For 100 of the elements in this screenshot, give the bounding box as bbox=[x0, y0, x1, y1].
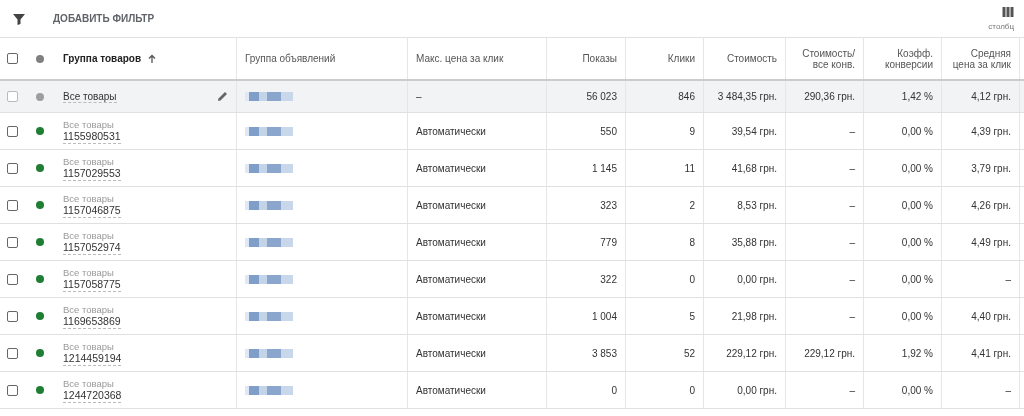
redacted-block bbox=[245, 237, 293, 247]
table-cell: 1,42 % bbox=[901, 91, 933, 102]
table-cell: 3 484,35 грн. bbox=[717, 91, 777, 102]
status-dot bbox=[36, 54, 44, 63]
table-cell: – bbox=[416, 91, 422, 102]
sort-arrow-icon[interactable] bbox=[147, 53, 158, 64]
table-cell: – bbox=[849, 125, 855, 137]
column-header[interactable]: Группа объявлений bbox=[245, 53, 336, 64]
redacted-block bbox=[245, 311, 293, 321]
filter-icon[interactable] bbox=[12, 11, 26, 26]
product-id-link[interactable]: 1157052974 bbox=[63, 240, 121, 253]
product-group-link[interactable]: Все товары bbox=[63, 90, 117, 103]
row-checkbox[interactable] bbox=[7, 236, 18, 248]
table-cell: – bbox=[849, 199, 855, 211]
product-group-label: Все товары bbox=[63, 229, 115, 241]
table-cell: 9 bbox=[689, 125, 695, 137]
product-group-label: Все товары bbox=[63, 303, 115, 315]
table-cell: 323 bbox=[600, 199, 617, 211]
table-cell: 39,54 грн. bbox=[731, 125, 777, 137]
table-cell: 8,53 грн. bbox=[737, 199, 777, 211]
table-cell: 3,79 грн. bbox=[971, 162, 1011, 174]
select-all-checkbox[interactable] bbox=[7, 53, 18, 64]
table-cell: 5 bbox=[689, 310, 695, 322]
product-id-link[interactable]: 1157058775 bbox=[63, 277, 121, 290]
pencil-icon[interactable] bbox=[217, 91, 228, 102]
table-cell: 0 bbox=[689, 384, 695, 396]
table-cell: Автоматически bbox=[416, 347, 486, 359]
row-checkbox[interactable] bbox=[7, 199, 18, 211]
product-group-label: Все товары bbox=[63, 118, 115, 130]
redacted-block bbox=[245, 385, 293, 395]
table-cell: Автоматически bbox=[416, 273, 486, 285]
product-id-link[interactable]: 1157029553 bbox=[63, 166, 121, 179]
row-checkbox[interactable] bbox=[7, 310, 18, 322]
table-cell: 846 bbox=[678, 91, 695, 102]
columns-button[interactable]: столбц bbox=[988, 6, 1014, 31]
redacted-block bbox=[245, 200, 293, 210]
table-cell: 4,40 грн. bbox=[971, 310, 1011, 322]
column-header[interactable]: Стоимость/все конв. bbox=[794, 47, 855, 70]
table-cell: 0,00 грн. bbox=[737, 273, 777, 285]
table-cell: – bbox=[1005, 273, 1011, 285]
row-checkbox[interactable] bbox=[7, 347, 18, 359]
add-filter-button[interactable]: ДОБАВИТЬ ФИЛЬТР bbox=[49, 9, 159, 28]
column-header[interactable]: Коэфф. конверсии bbox=[872, 47, 933, 70]
table-cell: 4,12 грн. bbox=[971, 91, 1011, 102]
table-cell: 0,00 % bbox=[901, 199, 933, 211]
table-cell: 0,00 % bbox=[901, 125, 933, 137]
table-cell: Автоматически bbox=[416, 125, 486, 137]
table-cell: 41,68 грн. bbox=[731, 162, 777, 174]
row-checkbox[interactable] bbox=[7, 91, 18, 102]
product-id-link[interactable]: 1155980531 bbox=[63, 129, 121, 142]
table-cell: 3 853 bbox=[591, 347, 617, 359]
columns-icon bbox=[1002, 6, 1014, 18]
product-id-link[interactable]: 1244720368 bbox=[63, 388, 122, 401]
product-group-label: Все товары bbox=[63, 266, 115, 278]
table-cell: 550 bbox=[600, 125, 617, 137]
table-cell: 8 bbox=[689, 236, 695, 248]
table-cell: 0,00 % bbox=[901, 273, 933, 285]
column-header[interactable]: Показы bbox=[582, 53, 617, 64]
redacted-block bbox=[245, 348, 293, 358]
table-cell: 52 bbox=[683, 347, 695, 359]
column-header[interactable]: Макс. цена за клик bbox=[416, 53, 504, 64]
product-group-label: Все товары bbox=[63, 155, 115, 167]
redacted-block bbox=[245, 126, 293, 136]
redacted-block bbox=[245, 163, 293, 173]
table-cell: 11 bbox=[684, 162, 695, 174]
table-cell: 56 023 bbox=[586, 91, 617, 102]
table-cell: Автоматически bbox=[416, 310, 486, 322]
table-cell: 4,41 грн. bbox=[971, 347, 1011, 359]
table-cell: Автоматически bbox=[416, 162, 486, 174]
table-cell: Автоматически bbox=[416, 199, 486, 211]
row-checkbox[interactable] bbox=[7, 384, 18, 396]
column-header[interactable]: Группа товаров bbox=[63, 53, 142, 64]
row-checkbox[interactable] bbox=[7, 125, 18, 137]
redacted-block bbox=[245, 274, 293, 284]
table-cell: 21,98 грн. bbox=[731, 310, 777, 322]
table-cell: – bbox=[849, 162, 855, 174]
table-cell: 779 bbox=[600, 236, 617, 248]
column-header[interactable]: Стоимость bbox=[726, 53, 777, 64]
product-id-link[interactable]: 1169653869 bbox=[63, 314, 121, 327]
product-group-label: Все товары bbox=[63, 340, 115, 352]
table-cell: 290,36 грн. bbox=[804, 91, 855, 102]
column-header[interactable]: Средняя цена за клик bbox=[950, 47, 1011, 70]
row-checkbox[interactable] bbox=[7, 162, 18, 174]
table-cell: 35,88 грн. bbox=[731, 236, 777, 248]
table-cell: Автоматически bbox=[416, 384, 486, 396]
table-cell: 0,00 % bbox=[901, 162, 933, 174]
table-cell: – bbox=[849, 384, 855, 396]
product-id-link[interactable]: 1214459194 bbox=[63, 351, 122, 364]
redacted-block bbox=[245, 92, 293, 101]
table-cell: 1 004 bbox=[591, 310, 617, 322]
table-cell: 4,49 грн. bbox=[971, 236, 1011, 248]
product-id-link[interactable]: 1157046875 bbox=[63, 203, 121, 216]
table-cell: 0,00 % bbox=[901, 310, 933, 322]
table-cell: 0,00 грн. bbox=[737, 384, 777, 396]
row-checkbox[interactable] bbox=[7, 273, 18, 285]
table-cell: 1,92 % bbox=[901, 347, 933, 359]
column-header[interactable]: Клики bbox=[667, 53, 695, 64]
table-cell: 1 145 bbox=[591, 162, 617, 174]
table-cell: 4,39 грн. bbox=[971, 125, 1011, 137]
table-cell: 0 bbox=[689, 273, 695, 285]
